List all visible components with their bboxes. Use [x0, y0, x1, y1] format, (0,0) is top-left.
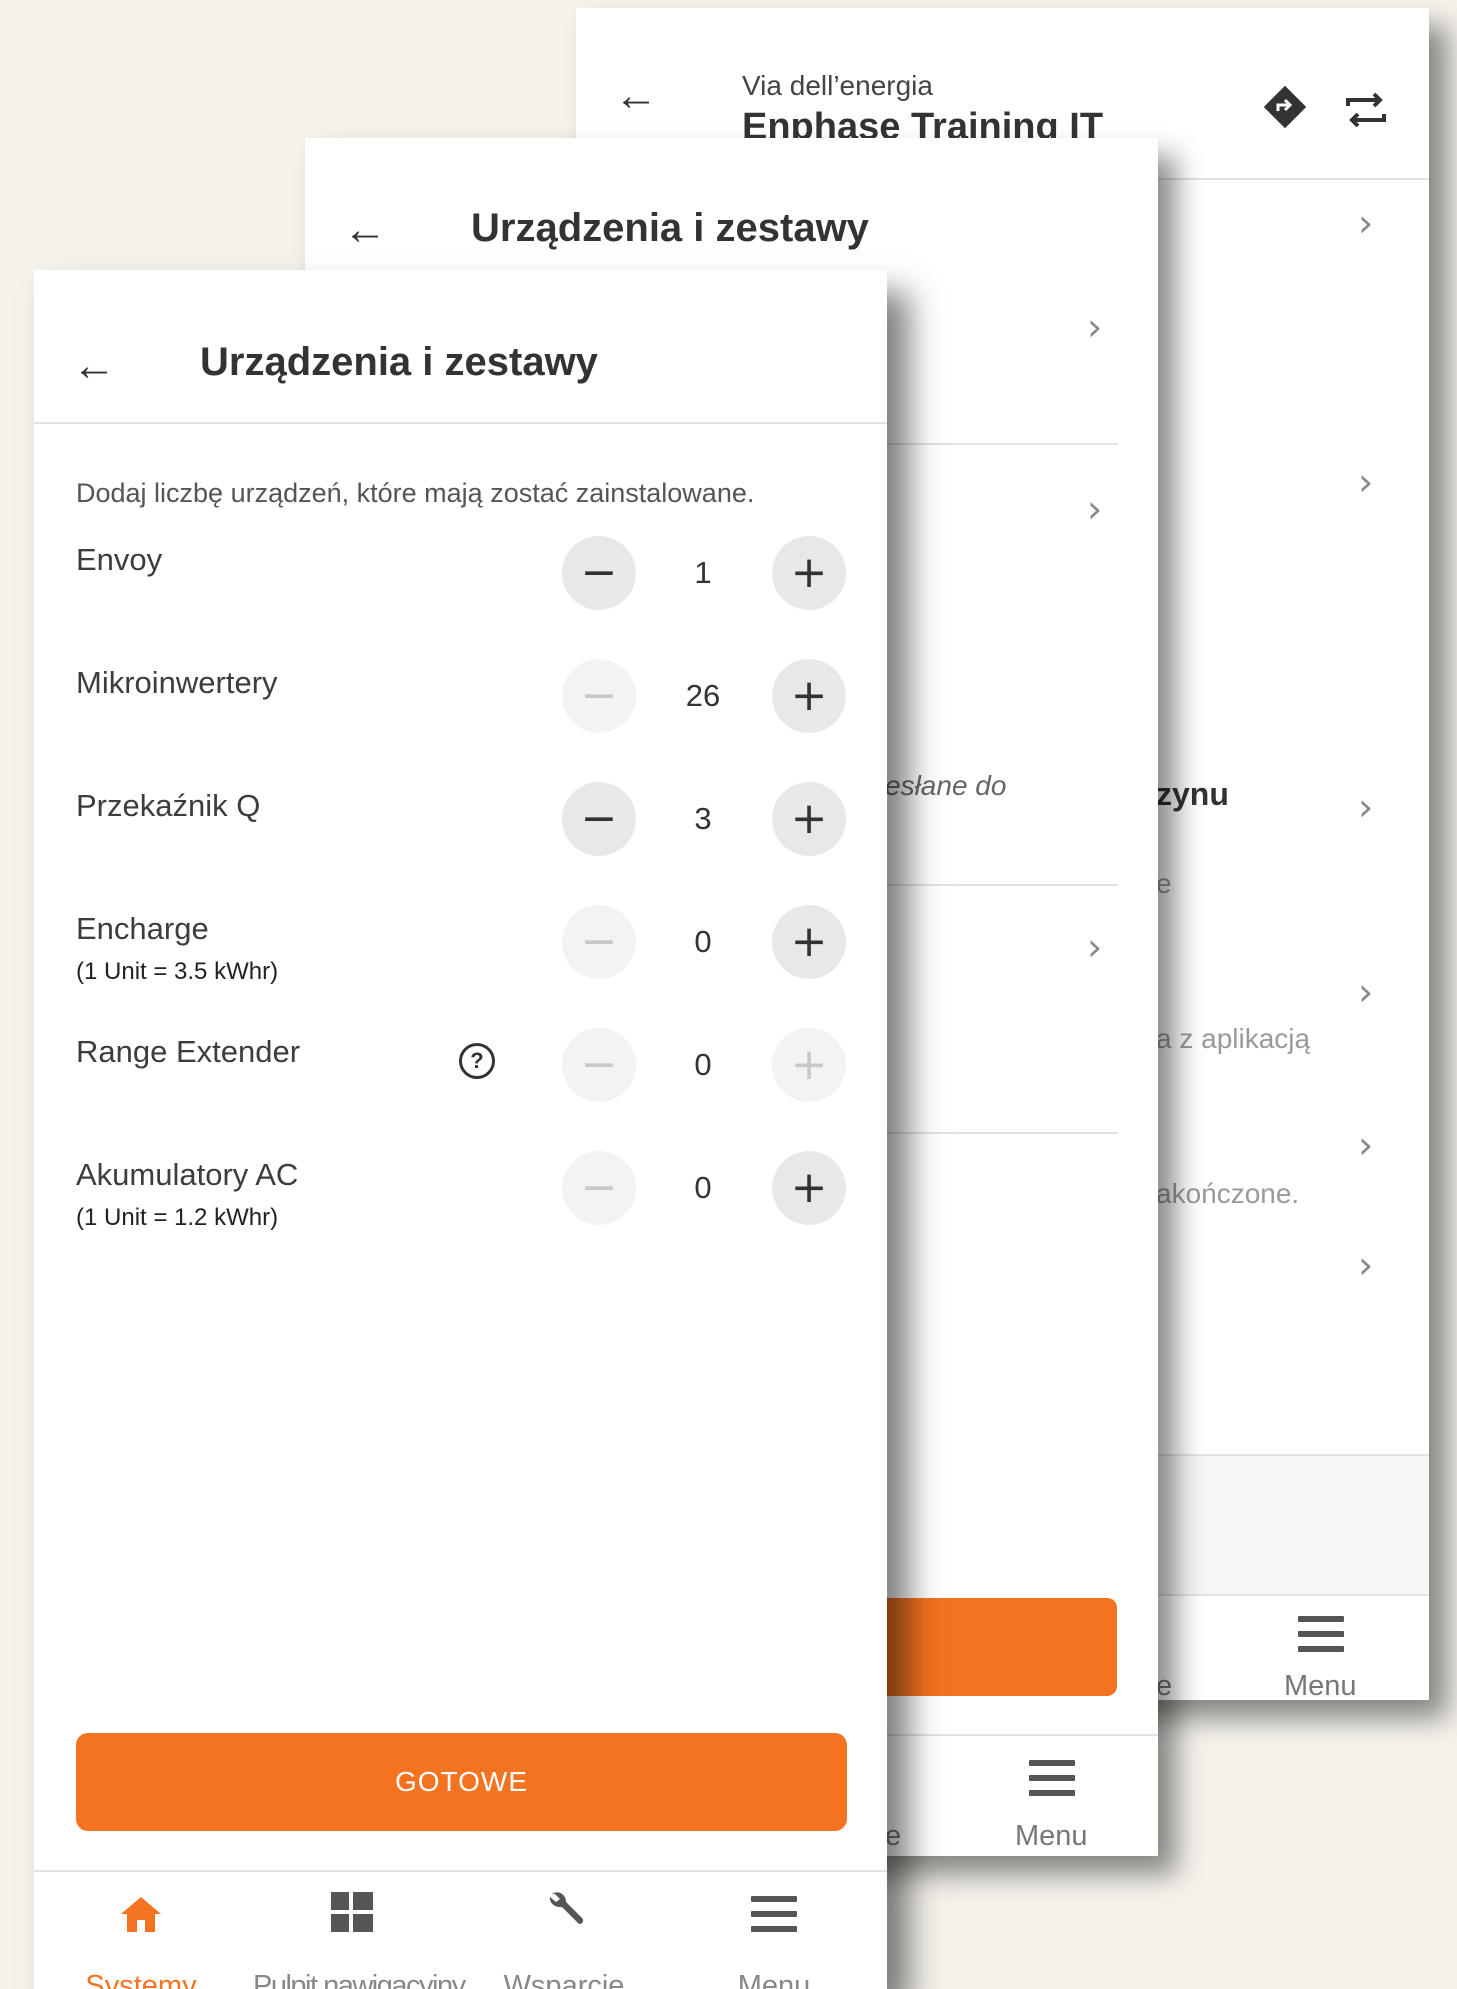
- increment-button[interactable]: +: [772, 782, 846, 856]
- tab-label-fragment: e: [885, 1820, 902, 1852]
- back-arrow-icon[interactable]: ←: [343, 208, 387, 252]
- chevron-right-icon[interactable]: ›: [1087, 490, 1102, 528]
- tab-label: Menu: [737, 1970, 811, 1989]
- increment-button[interactable]: +: [772, 905, 846, 979]
- section-title-fragment: zynu: [1156, 776, 1229, 812]
- back-arrow-icon[interactable]: ←: [614, 74, 658, 118]
- page-title: Urządzenia i zestawy: [200, 340, 598, 384]
- divider: [34, 422, 887, 424]
- menu-icon[interactable]: [1029, 1760, 1075, 1805]
- divider: [885, 443, 1118, 445]
- site-address: Via dell’energia: [742, 70, 933, 101]
- chevron-right-icon[interactable]: ›: [1087, 928, 1102, 966]
- intro-text: Dodaj liczbę urządzeń, które mają zostać…: [76, 478, 755, 508]
- divider: [34, 1870, 887, 1872]
- device-label-range-extender: Range Extender: [76, 1034, 301, 1069]
- device-label-envoy: Envoy: [76, 542, 163, 577]
- menu-icon: [751, 1896, 797, 1941]
- menu-icon[interactable]: [1298, 1616, 1344, 1661]
- tab-label: Systemy: [85, 1970, 197, 1989]
- device-label-encharge: Encharge: [76, 911, 209, 946]
- decrement-button[interactable]: −: [562, 659, 636, 733]
- wrench-icon: [549, 1892, 584, 1924]
- decrement-button[interactable]: −: [562, 1151, 636, 1225]
- switch-icon[interactable]: [1344, 90, 1388, 130]
- tab-menu-label[interactable]: Menu: [1284, 1670, 1357, 1700]
- decrement-button[interactable]: −: [562, 905, 636, 979]
- device-count: 26: [685, 678, 721, 713]
- dashboard-icon: [331, 1892, 373, 1932]
- back-arrow-icon[interactable]: ←: [72, 344, 116, 388]
- chevron-right-icon[interactable]: ›: [1358, 1246, 1373, 1284]
- increment-button[interactable]: +: [772, 536, 846, 610]
- device-label-q-relay: Przekaźnik Q: [76, 788, 261, 823]
- tab-menu-label[interactable]: Menu: [1015, 1820, 1088, 1853]
- text-fragment: akończone.: [1156, 1178, 1300, 1209]
- increment-button[interactable]: +: [772, 659, 846, 733]
- devices-screen: ← Urządzenia i zestawy Dodaj liczbę urzą…: [34, 270, 887, 1989]
- device-count: 3: [694, 801, 712, 836]
- done-button[interactable]: GOTOWE: [76, 1733, 847, 1831]
- chevron-right-icon[interactable]: ›: [1358, 1126, 1373, 1164]
- text-fragment: esłane do: [885, 770, 1007, 801]
- device-count: 0: [694, 1047, 712, 1082]
- help-icon[interactable]: ?: [459, 1043, 495, 1079]
- tab-label: Wsparcie: [503, 1970, 625, 1989]
- decrement-button[interactable]: −: [562, 782, 636, 856]
- directions-icon[interactable]: [1262, 84, 1308, 130]
- home-icon: [121, 1897, 161, 1932]
- device-sublabel: (1 Unit = 1.2 kWhr): [76, 1204, 279, 1231]
- chevron-right-icon[interactable]: ›: [1358, 204, 1373, 242]
- text-fragment: a z aplikacją: [1156, 1023, 1311, 1054]
- device-count: 0: [694, 924, 712, 959]
- chevron-right-icon[interactable]: ›: [1358, 973, 1373, 1011]
- chevron-right-icon[interactable]: ›: [1087, 308, 1102, 346]
- page-title: Urządzenia i zestawy: [471, 206, 869, 250]
- divider: [885, 1132, 1118, 1134]
- tab-label-fragment: e: [1156, 1670, 1173, 1700]
- chevron-right-icon[interactable]: ›: [1358, 788, 1373, 826]
- divider: [885, 884, 1118, 886]
- decrement-button[interactable]: −: [562, 536, 636, 610]
- decrement-button[interactable]: −: [562, 1028, 636, 1102]
- increment-button[interactable]: +: [772, 1028, 846, 1102]
- chevron-right-icon[interactable]: ›: [1358, 463, 1373, 501]
- device-label-ac-battery: Akumulatory AC: [76, 1157, 299, 1192]
- device-label-microinverters: Mikroinwertery: [76, 665, 278, 700]
- increment-button[interactable]: +: [772, 1151, 846, 1225]
- text-fragment: e: [1156, 868, 1172, 899]
- device-count: 1: [694, 555, 712, 590]
- device-sublabel: (1 Unit = 3.5 kWhr): [76, 958, 279, 985]
- tab-label: Pulpit nawigacyjny: [253, 1970, 466, 1989]
- device-count: 0: [694, 1170, 712, 1205]
